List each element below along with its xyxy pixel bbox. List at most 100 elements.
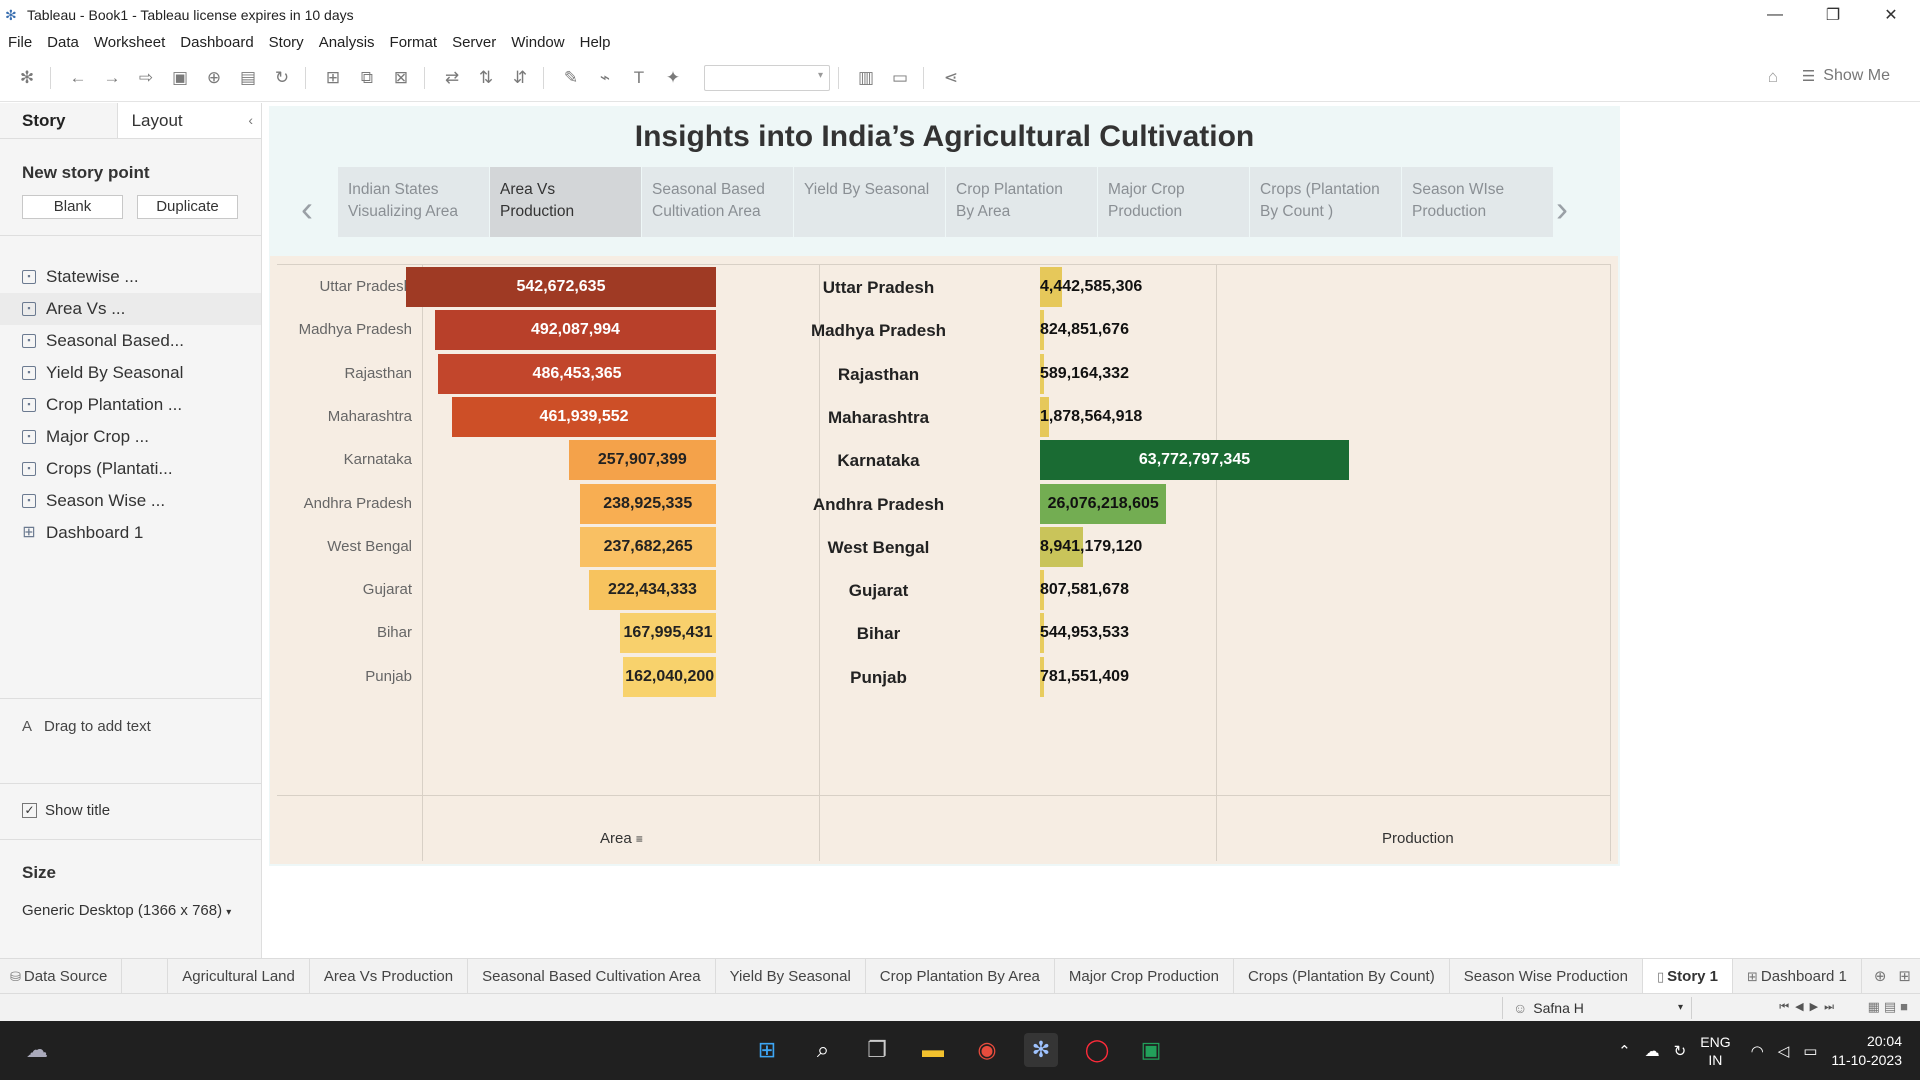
weather-icon[interactable]: ☁	[20, 1033, 54, 1067]
restore-button[interactable]: ❐	[1804, 0, 1862, 29]
area-bar[interactable]: 492,087,994	[434, 310, 716, 351]
menu-help[interactable]: Help	[580, 34, 611, 51]
story-point-item[interactable]: ▪ Yield By Seasonal	[0, 357, 261, 389]
share-icon[interactable]: ⋖	[936, 63, 966, 93]
collapse-chevron-icon[interactable]: ‹	[248, 112, 253, 128]
undo-icon[interactable]: ←	[63, 63, 93, 93]
clock[interactable]: 20:04 11-10-2023	[1831, 1032, 1902, 1070]
tab-data-source[interactable]: ⛁ Data Source	[0, 958, 123, 994]
sheet-tab[interactable]: Major Crop Production	[1055, 958, 1234, 994]
area-bar[interactable]: 542,672,635	[406, 267, 716, 307]
show-cards-icon[interactable]: ▥	[851, 63, 881, 93]
menu-dashboard[interactable]: Dashboard	[180, 34, 253, 51]
sheet-tab[interactable]: Yield By Seasonal	[716, 958, 866, 994]
story-tab[interactable]: Major Crop Production	[1098, 167, 1250, 237]
new-datasource-icon[interactable]: ⊕	[199, 63, 229, 93]
windows-start-icon[interactable]: ⊞	[750, 1033, 784, 1067]
story-tab-active[interactable]: Area Vs Production	[490, 167, 642, 237]
drag-to-add-text[interactable]: A Drag to add text	[22, 718, 151, 735]
pin-icon[interactable]: ✦	[658, 63, 688, 93]
menu-data[interactable]: Data	[47, 34, 79, 51]
menu-window[interactable]: Window	[511, 34, 564, 51]
area-bar[interactable]: 461,939,552	[452, 396, 716, 437]
chrome-icon[interactable]: ◉	[970, 1033, 1004, 1067]
sheet-tab[interactable]: Area Vs Production	[310, 958, 469, 994]
tableau-home-icon[interactable]: ✻	[12, 63, 42, 93]
menu-analysis[interactable]: Analysis	[319, 34, 375, 51]
tableau-app-icon[interactable]: ✻	[1024, 1033, 1058, 1067]
save-icon[interactable]: ▣	[165, 63, 195, 93]
sheet-tab[interactable]: Crop Plantation By Area	[866, 958, 1055, 994]
paint-icon[interactable]: ⌂	[1768, 67, 1778, 87]
sort-icon[interactable]: ≡	[636, 832, 643, 846]
search-icon[interactable]: ⌕	[806, 1033, 840, 1067]
menu-format[interactable]: Format	[390, 34, 438, 51]
sort-ascending-icon[interactable]: ⇅	[471, 63, 501, 93]
story-tab[interactable]: Season WIse Production	[1402, 167, 1554, 237]
next-arrow-icon[interactable]: ›	[1556, 188, 1568, 230]
user-dropdown[interactable]: ☺ Safna H ▾	[1502, 997, 1692, 1019]
show-title-checkbox[interactable]: ✓ Show title	[22, 802, 110, 819]
story-tab[interactable]: Seasonal Based Cultivation Area	[642, 167, 794, 237]
menu-story[interactable]: Story	[269, 34, 304, 51]
file-explorer-icon[interactable]: ▬	[916, 1033, 950, 1067]
minimize-button[interactable]: —	[1746, 0, 1804, 29]
new-worksheet-icon[interactable]: ⊕	[1874, 967, 1887, 985]
clear-sheet-icon[interactable]: ⊠	[386, 63, 416, 93]
previous-arrow-icon[interactable]: ‹	[301, 188, 313, 230]
onedrive-icon[interactable]: ☁	[1645, 1042, 1660, 1060]
presentation-icon[interactable]: ▭	[885, 63, 915, 93]
pause-updates-icon[interactable]: ▤	[233, 63, 263, 93]
excel-icon[interactable]: ▣	[1134, 1033, 1168, 1067]
redo-icon[interactable]: →	[97, 63, 127, 93]
story-tab[interactable]: Crop Plantation By Area	[946, 167, 1098, 237]
story-tab[interactable]: Crops (Plantation By Count )	[1250, 167, 1402, 237]
language-indicator[interactable]: ENG IN	[1700, 1033, 1730, 1069]
sync-icon[interactable]: ↻	[1674, 1042, 1687, 1060]
duplicate-sheet-icon[interactable]: ⧉	[352, 63, 382, 93]
battery-icon[interactable]: ▭	[1803, 1042, 1817, 1060]
tab-story[interactable]: Story	[0, 103, 118, 138]
tab-layout[interactable]: Layout ‹	[117, 103, 261, 138]
story-point-item[interactable]: ▪ Crop Plantation ...	[0, 389, 261, 421]
sheet-tab-dashboard[interactable]: ⊞ Dashboard 1	[1733, 958, 1862, 994]
sheet-tab[interactable]: Season Wise Production	[1450, 958, 1643, 994]
story-point-item[interactable]: ▪ Season Wise ...	[0, 485, 261, 517]
replay-icon[interactable]: ⇨	[131, 63, 161, 93]
chevron-up-icon[interactable]: ⌃	[1618, 1042, 1631, 1060]
story-point-item[interactable]: ▪ Major Crop ...	[0, 421, 261, 453]
story-point-item[interactable]: ▪ Statewise ...	[0, 261, 261, 293]
swap-icon[interactable]: ⇄	[437, 63, 467, 93]
story-point-item[interactable]: ▪ Seasonal Based...	[0, 325, 261, 357]
close-button[interactable]: ✕	[1862, 0, 1920, 29]
sheet-tab[interactable]: Seasonal Based Cultivation Area	[468, 958, 716, 994]
area-axis-title[interactable]: Area ≡	[600, 830, 643, 847]
sheet-tab-story-active[interactable]: ▯ Story 1	[1643, 958, 1734, 994]
new-dashboard-icon[interactable]: ⊞	[1898, 967, 1911, 985]
show-me-button[interactable]: ☰ Show Me	[1802, 67, 1890, 85]
sheet-tab[interactable]: Agricultural Land	[167, 958, 310, 994]
story-point-item[interactable]: ▪ Area Vs ...	[0, 293, 261, 325]
group-icon[interactable]: ⌁	[590, 63, 620, 93]
story-tab[interactable]: Yield By Seasonal	[794, 167, 946, 237]
menu-server[interactable]: Server	[452, 34, 496, 51]
volume-icon[interactable]: ◁	[1778, 1042, 1790, 1060]
fit-dropdown[interactable]	[704, 65, 830, 91]
sheet-tab[interactable]: Crops (Plantation By Count)	[1234, 958, 1450, 994]
story-tab[interactable]: Indian States Visualizing Area	[338, 167, 490, 237]
blank-button[interactable]: Blank	[22, 195, 123, 219]
opera-icon[interactable]: ◯	[1080, 1033, 1114, 1067]
menu-file[interactable]: File	[8, 34, 32, 51]
sort-descending-icon[interactable]: ⇵	[505, 63, 535, 93]
task-view-icon[interactable]: ❐	[860, 1033, 894, 1067]
view-mode-icon[interactable]: ▦▤■	[1868, 999, 1912, 1015]
labels-icon[interactable]: T	[624, 63, 654, 93]
menu-worksheet[interactable]: Worksheet	[94, 34, 165, 51]
duplicate-button[interactable]: Duplicate	[137, 195, 238, 219]
refresh-icon[interactable]: ↻	[267, 63, 297, 93]
size-dropdown[interactable]: Generic Desktop (1366 x 768) ▾	[22, 902, 231, 919]
sheet-navigation-icon[interactable]: ⏮◀▶⏭	[1779, 1000, 1840, 1014]
story-point-item[interactable]: ⊞ Dashboard 1	[0, 517, 261, 549]
new-sheet-icon[interactable]: ⊞	[318, 63, 348, 93]
wifi-icon[interactable]: ◠	[1751, 1042, 1764, 1060]
